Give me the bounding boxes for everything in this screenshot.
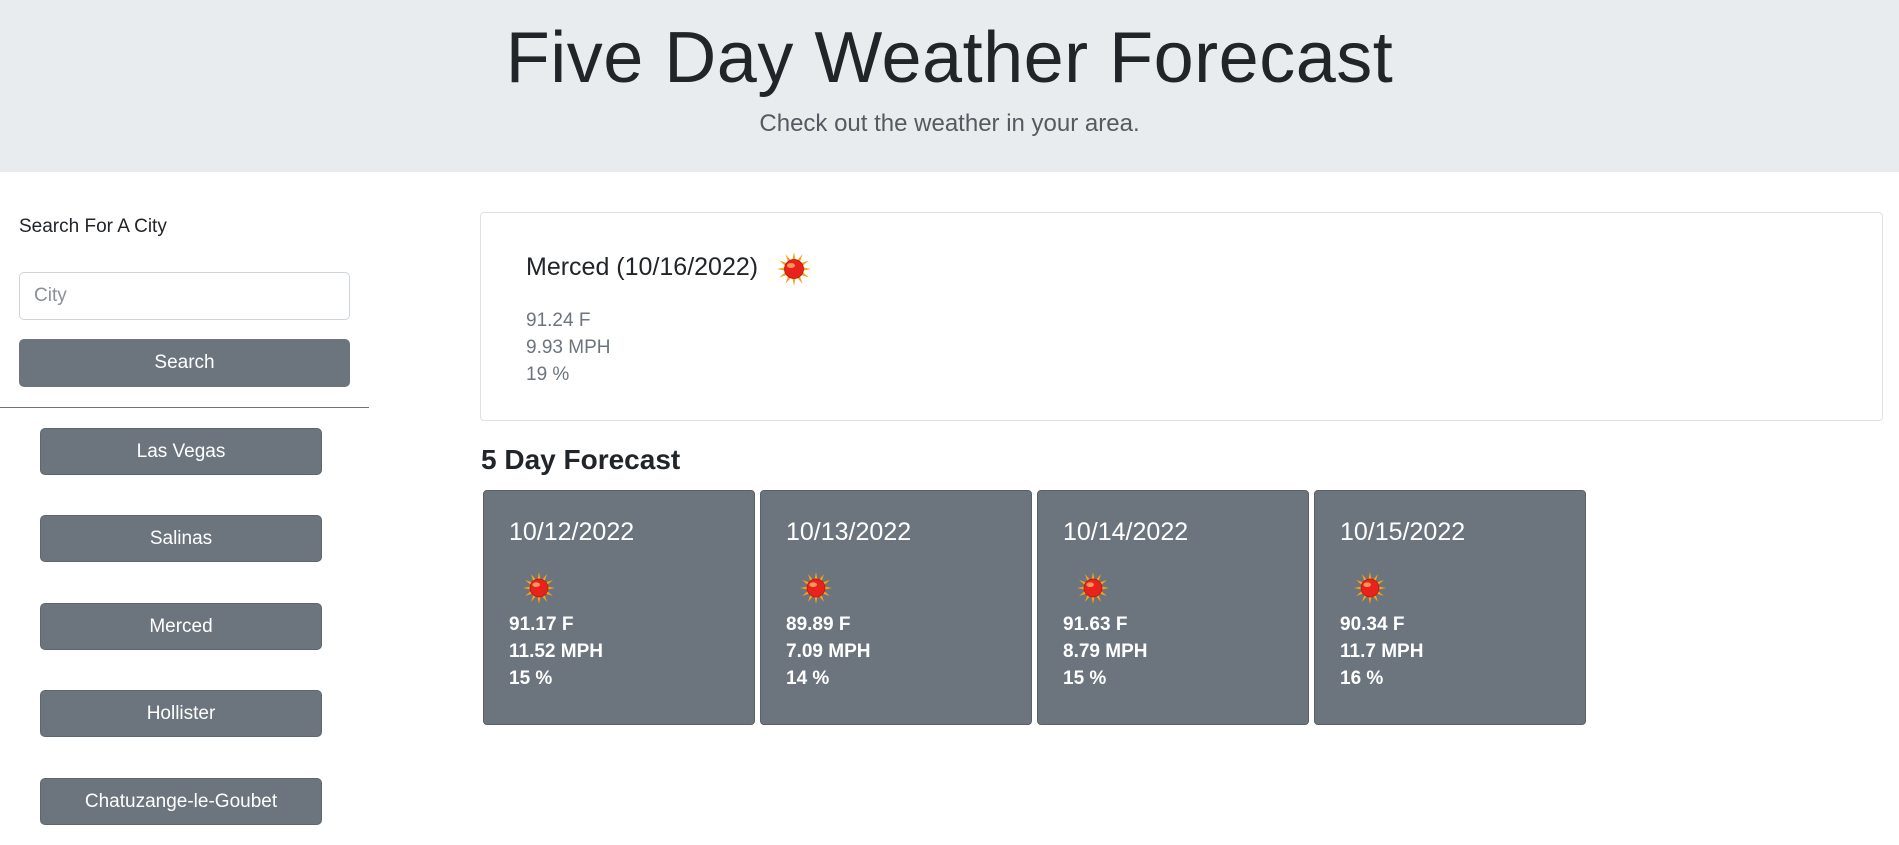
sun-shine: [787, 263, 795, 268]
sun-ray: [799, 586, 808, 590]
sidebar-divider: [0, 407, 369, 408]
sun-ray: [792, 277, 796, 286]
forecast-date: 10/14/2022: [1063, 518, 1189, 546]
page-title: Five Day Weather Forecast: [505, 18, 1394, 98]
history-button-chatuzange-le-goubet[interactable]: Chatuzange-le-Goubet: [40, 778, 322, 825]
sun-shine: [809, 582, 817, 588]
forecast-humidity: 14 %: [786, 668, 830, 689]
forecast-humidity: 15 %: [509, 668, 553, 689]
sun-core: [1360, 578, 1380, 598]
page-header: Five Day Weather Forecast Check out the …: [0, 0, 1899, 172]
sun-icon: [1353, 571, 1387, 605]
sun-shine: [1086, 582, 1094, 588]
forecast-card: 10/13/2022 89.89 F 7.09 MPH 14 %: [760, 490, 1032, 725]
current-city-date: Merced (10/16/2022): [526, 253, 759, 281]
sun-icon: [799, 571, 833, 605]
forecast-temperature: 90.34 F: [1340, 614, 1405, 635]
sidebar: Search For A City Search Las Vegas Salin…: [0, 172, 370, 845]
sun-ray: [522, 586, 531, 590]
forecast-wind: 11.7 MPH: [1340, 641, 1424, 662]
forecast-wind: 11.52 MPH: [509, 641, 603, 662]
search-button[interactable]: Search: [19, 339, 350, 387]
sun-ray: [1091, 596, 1095, 605]
current-humidity: 19 %: [526, 364, 570, 385]
sun-icon: [522, 571, 556, 605]
sun-ray: [1091, 571, 1095, 580]
history-button-las-vegas[interactable]: Las Vegas: [40, 428, 322, 475]
city-search-input[interactable]: [19, 272, 350, 320]
sun-ray: [547, 586, 556, 590]
sun-ray: [537, 571, 541, 580]
sun-icon: [777, 252, 811, 286]
sun-ray: [1368, 596, 1372, 605]
forecast-temperature: 91.63 F: [1063, 614, 1128, 635]
sun-ray: [824, 586, 833, 590]
sun-shine: [532, 582, 540, 588]
sun-core: [784, 259, 804, 279]
sun-core: [529, 578, 549, 598]
forecast-wind: 7.09 MPH: [786, 641, 871, 662]
current-weather-card: Merced (10/16/2022) 91.24 F 9.93 MPH 19 …: [480, 212, 1883, 421]
sun-ray: [537, 596, 541, 605]
forecast-date: 10/15/2022: [1340, 518, 1466, 546]
current-wind: 9.93 MPH: [526, 337, 611, 358]
sun-shine: [1363, 582, 1371, 588]
sun-ray: [792, 252, 796, 261]
sun-ray: [777, 267, 786, 271]
sun-ray: [1101, 586, 1110, 590]
forecast-date: 10/13/2022: [786, 518, 912, 546]
forecast-card: 10/14/2022 91.63 F 8.79 MPH 15 %: [1037, 490, 1309, 725]
forecast-humidity: 16 %: [1340, 668, 1384, 689]
sun-core: [806, 578, 826, 598]
sun-ray: [814, 571, 818, 580]
sun-ray: [1378, 586, 1387, 590]
sun-ray: [1076, 586, 1085, 590]
forecast-temperature: 89.89 F: [786, 614, 851, 635]
forecast-card: 10/15/2022 90.34 F 11.7 MPH 16 %: [1314, 490, 1586, 725]
page-subtitle: Check out the weather in your area.: [759, 110, 1140, 137]
history-button-hollister[interactable]: Hollister: [40, 690, 322, 737]
history-button-salinas[interactable]: Salinas: [40, 515, 322, 562]
current-temperature: 91.24 F: [526, 310, 591, 331]
forecast-humidity: 15 %: [1063, 668, 1107, 689]
forecast-temperature: 91.17 F: [509, 614, 574, 635]
sun-ray: [1353, 586, 1362, 590]
forecast-wind: 8.79 MPH: [1063, 641, 1148, 662]
sun-icon: [1076, 571, 1110, 605]
history-button-merced[interactable]: Merced: [40, 603, 322, 650]
sun-ray: [1368, 571, 1372, 580]
sun-ray: [802, 267, 811, 271]
sun-core: [1083, 578, 1103, 598]
forecast-heading: 5 Day Forecast: [481, 444, 681, 475]
forecast-card: 10/12/2022 91.17 F 11.52 MPH 15 %: [483, 490, 755, 725]
sun-ray: [814, 596, 818, 605]
search-label: Search For A City: [19, 216, 167, 237]
forecast-date: 10/12/2022: [509, 518, 635, 546]
